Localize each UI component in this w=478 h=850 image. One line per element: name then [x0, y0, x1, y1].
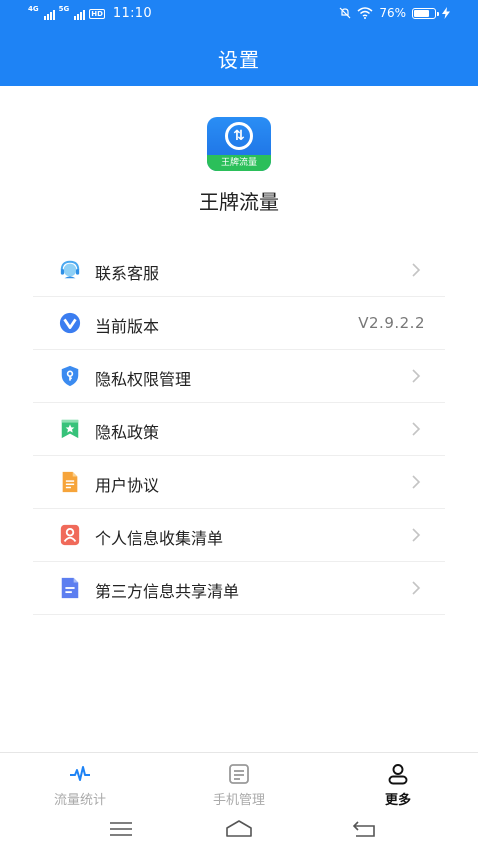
menu-item-label: 隐私权限管理 — [95, 370, 192, 389]
menu-item-label: 联系客服 — [95, 264, 160, 283]
status-time: 11:10 — [112, 6, 152, 21]
menu-item-label: 当前版本 — [95, 317, 160, 336]
tab-label: 更多 — [384, 793, 411, 808]
arrows-icon: ⇅ — [225, 122, 253, 150]
app-logo: ⇅ 王牌流量 — [207, 117, 271, 171]
pulse-icon — [70, 766, 90, 781]
status-bar: 4G 5G HD 11:10 76% — [0, 0, 478, 30]
charging-icon — [442, 7, 450, 19]
menu-item-third-party-sharing[interactable]: 第三方信息共享清单 — [33, 562, 445, 615]
network-type-2: 5G — [58, 5, 70, 13]
settings-menu: 联系客服 当前版本 V2.9.2.2 隐私权限管理 隐私政策 用户协议 个人信息… — [33, 244, 445, 615]
menu-item-label: 隐私政策 — [95, 423, 160, 442]
user-icon — [388, 764, 408, 785]
clipboard-icon — [229, 764, 249, 784]
hd-badge: HD — [89, 8, 105, 19]
menu-item-user-agreement[interactable]: 用户协议 — [33, 456, 445, 509]
mute-icon — [339, 7, 351, 19]
menu-item-personal-info-list[interactable]: 个人信息收集清单 — [33, 509, 445, 562]
logo-text: 王牌流量 — [207, 155, 271, 171]
menu-item-label: 第三方信息共享清单 — [95, 582, 240, 601]
tab-label: 手机管理 — [212, 793, 265, 808]
tab-label: 流量统计 — [53, 793, 106, 808]
tab-phone-management[interactable]: 手机管理 — [189, 763, 289, 808]
version-icon — [59, 312, 81, 334]
chevron-right-icon — [412, 263, 421, 277]
tab-more[interactable]: 更多 — [348, 763, 448, 808]
settings-screen: 4G 5G HD 11:10 76% 设置 ⇅ 王牌流量 王牌流量 联系客服 当… — [0, 0, 478, 850]
menu-item-customer-service[interactable]: 联系客服 — [33, 244, 445, 297]
menu-item-label: 用户协议 — [95, 476, 160, 495]
version-value: V2.9.2.2 — [358, 314, 425, 332]
wifi-icon — [357, 7, 373, 19]
menu-item-version: 当前版本 V2.9.2.2 — [33, 297, 445, 350]
chevron-right-icon — [412, 369, 421, 383]
battery-icon — [412, 7, 439, 19]
signal-icon — [43, 8, 55, 20]
menu-icon[interactable] — [106, 818, 136, 840]
list-doc-icon — [61, 577, 79, 599]
menu-item-label: 个人信息收集清单 — [95, 529, 224, 548]
home-icon[interactable] — [224, 818, 254, 840]
menu-item-privacy-policy[interactable]: 隐私政策 — [33, 403, 445, 456]
header-bar: 4G 5G HD 11:10 76% 设置 — [0, 0, 478, 86]
chevron-right-icon — [412, 422, 421, 436]
network-type-1: 4G — [28, 5, 39, 13]
bookmark-star-icon — [61, 419, 79, 439]
person-card-icon — [60, 524, 80, 546]
customer-service-icon — [60, 260, 80, 279]
signal-icon — [74, 8, 86, 20]
menu-item-privacy-permissions[interactable]: 隐私权限管理 — [33, 350, 445, 403]
tab-traffic-stats[interactable]: 流量统计 — [30, 763, 130, 808]
chevron-right-icon — [412, 475, 421, 489]
document-icon — [62, 471, 78, 493]
system-navigation-bar — [0, 808, 478, 850]
bottom-tab-bar: 流量统计 手机管理 更多 — [0, 752, 478, 808]
shield-icon — [61, 365, 79, 387]
back-icon[interactable] — [350, 818, 380, 840]
battery-percent: 76% — [379, 6, 406, 20]
chevron-right-icon — [412, 528, 421, 542]
app-name: 王牌流量 — [199, 190, 279, 214]
page-title: 设置 — [218, 48, 260, 72]
chevron-right-icon — [412, 581, 421, 595]
